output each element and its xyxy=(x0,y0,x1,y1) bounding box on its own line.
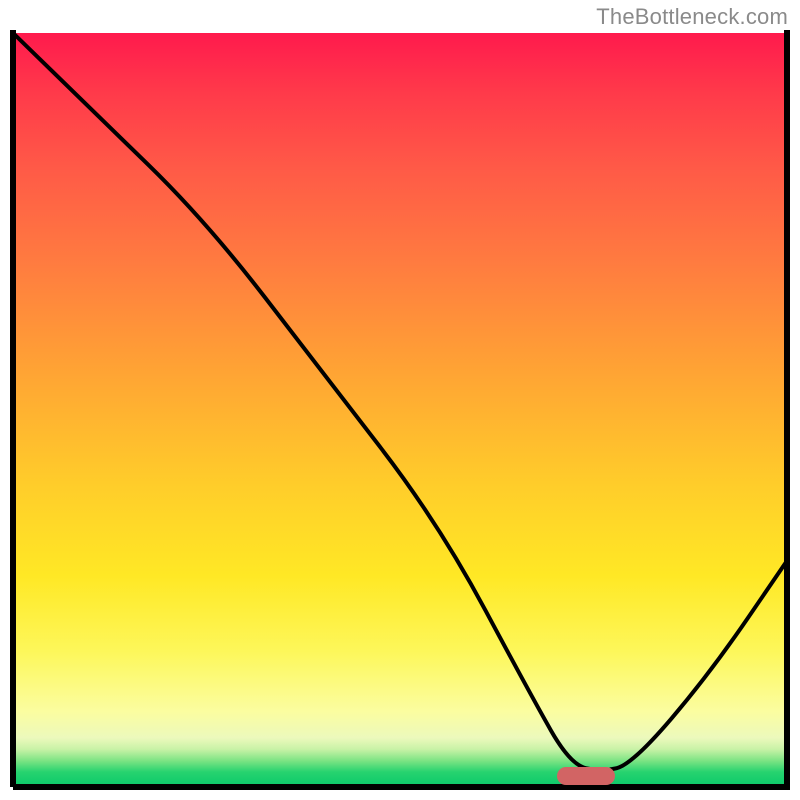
attribution-text: TheBottleneck.com xyxy=(596,4,788,30)
background-gradient xyxy=(13,33,787,787)
optimal-marker xyxy=(557,767,615,785)
plot-area xyxy=(10,30,790,790)
chart-container: TheBottleneck.com xyxy=(0,0,800,800)
